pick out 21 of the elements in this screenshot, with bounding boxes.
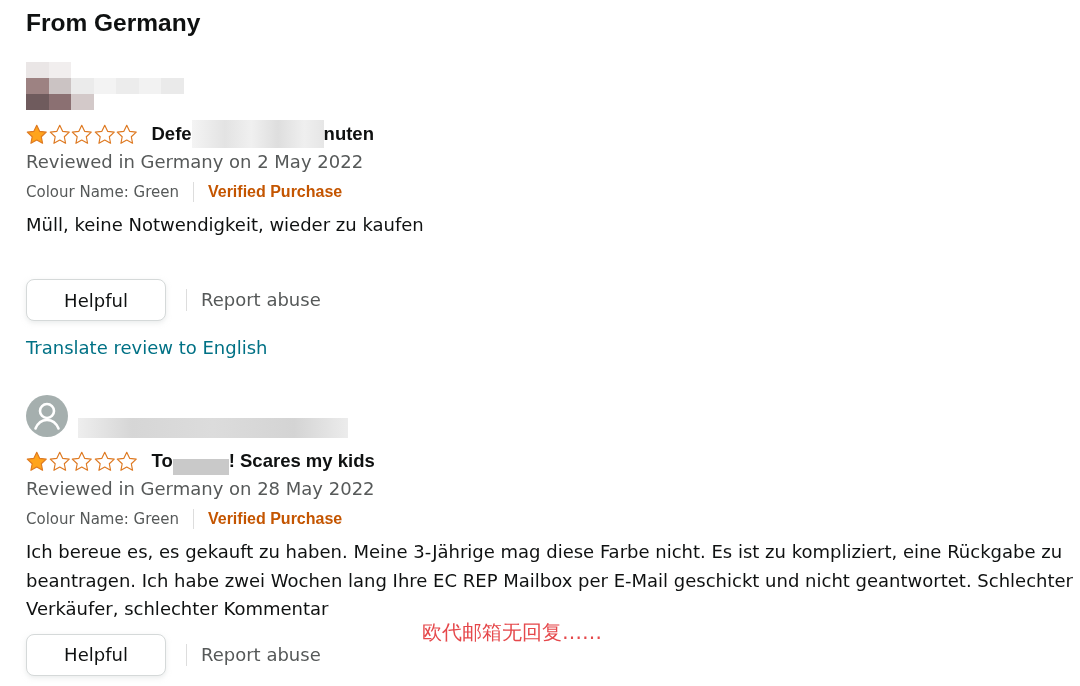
helpful-button[interactable]: Helpful — [26, 279, 166, 321]
section-heading: From Germany — [26, 8, 201, 38]
report-abuse-link[interactable]: Report abuse — [201, 287, 321, 313]
variant-label: Colour Name: Green — [26, 509, 179, 530]
variant-label: Colour Name: Green — [26, 182, 179, 203]
translate-link[interactable]: Translate review to English — [26, 335, 268, 361]
filled-star-icon — [26, 450, 48, 472]
review-date: Reviewed in Germany on 2 May 2022 — [26, 150, 364, 174]
review-title: To ! Scares my kids — [151, 447, 375, 475]
review-text: Müll, keine Notwendigkeit, wieder zu kaufen — [26, 213, 425, 237]
report-abuse-link[interactable]: Report abuse — [201, 641, 321, 668]
verified-purchase-label: Verified Purchase — [207, 509, 343, 529]
filled-star-icon — [26, 123, 48, 145]
helpful-button[interactable]: Helpful — [26, 633, 166, 676]
review-text: Ich bereue es, es gekauft zu haben. Meine 3-Jährige mag diese Farbe nicht. Es ist zu kompliziert, eine Rückgabe zu beantragen. Ich habe zwei Wochen lang Ihre EC REP Mailbox per E-Mail geschickt und nicht geantwortet. Schlechter Verkäufer, schlechter Kommentar — [26, 540, 1074, 622]
redaction-block — [172, 459, 229, 475]
annotation-text: 欧代邮箱无回复…… — [422, 621, 602, 643]
review-title: Defe nuten — [151, 120, 374, 148]
avatar-icon — [26, 395, 68, 437]
review-date: Reviewed in Germany on 28 May 2022 — [26, 477, 375, 501]
verified-purchase-label: Verified Purchase — [207, 182, 343, 202]
